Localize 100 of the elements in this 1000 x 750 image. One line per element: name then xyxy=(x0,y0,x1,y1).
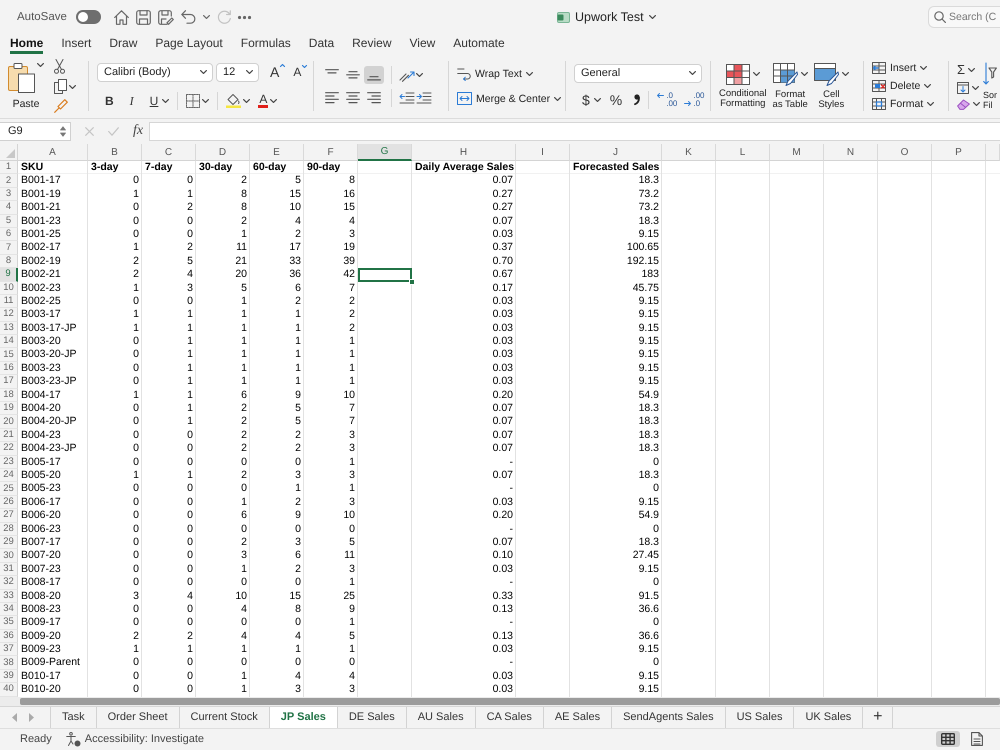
undo-icon[interactable] xyxy=(180,10,196,24)
font-select[interactable]: Calibri (Body) xyxy=(97,62,213,82)
insert-function-button[interactable]: fx xyxy=(133,123,144,139)
row-header[interactable]: 29 xyxy=(0,536,18,550)
conditional-styles-button[interactable]: Conditional Formatting xyxy=(719,64,767,108)
sheet-tab[interactable]: JP Sales xyxy=(270,706,338,728)
column-header[interactable]: I xyxy=(516,144,570,161)
more-icon[interactable] xyxy=(238,16,251,18)
ribbon-tab[interactable]: View xyxy=(410,34,436,54)
column-header[interactable]: C xyxy=(142,144,196,161)
save-as-icon[interactable] xyxy=(158,10,174,24)
ribbon-tab[interactable]: Page Layout xyxy=(155,34,223,54)
underline-button[interactable]: U xyxy=(148,94,160,108)
row-header[interactable]: 14 xyxy=(0,335,18,348)
currency-button[interactable]: $ xyxy=(580,92,592,106)
column-header[interactable]: P xyxy=(932,144,986,161)
insert-cells-button[interactable]: Insert xyxy=(872,62,934,74)
table-styles-button[interactable]: Format as Table xyxy=(772,62,808,110)
row-header[interactable]: 2 xyxy=(0,174,18,188)
column-header[interactable]: E xyxy=(250,144,304,161)
row-header[interactable]: 6 xyxy=(0,228,18,242)
row-header[interactable]: 15 xyxy=(0,348,18,362)
ribbon-tab[interactable]: Data xyxy=(308,34,334,54)
italic-button[interactable]: I xyxy=(128,94,136,108)
sheet-tab[interactable]: CA Sales xyxy=(476,706,544,728)
ribbon-tab[interactable]: Home xyxy=(10,34,44,54)
row-header[interactable]: 12 xyxy=(0,308,18,322)
row-header[interactable]: 34 xyxy=(0,602,18,616)
row-header[interactable]: 30 xyxy=(0,549,18,563)
name-box[interactable]: G9 xyxy=(0,122,71,140)
row-header[interactable]: 36 xyxy=(0,630,18,644)
caret-icon[interactable] xyxy=(594,98,601,102)
row-header[interactable]: 26 xyxy=(0,496,18,510)
row-header[interactable]: 23 xyxy=(0,456,18,469)
row-header[interactable]: 38 xyxy=(0,656,18,670)
bold-button[interactable]: B xyxy=(103,94,116,108)
row-header[interactable]: 16 xyxy=(0,362,18,376)
row-header[interactable]: 17 xyxy=(0,375,18,389)
row-header[interactable]: 33 xyxy=(0,590,18,603)
autosave-toggle[interactable] xyxy=(76,10,101,24)
paste-button[interactable]: Paste xyxy=(8,62,44,110)
row-header[interactable]: 11 xyxy=(0,294,18,308)
row-header[interactable]: 7 xyxy=(0,241,18,255)
row-header[interactable]: 9 xyxy=(0,268,18,282)
save-icon[interactable] xyxy=(136,10,151,24)
decrease-decimal-button[interactable]: .00 .0 xyxy=(684,92,704,108)
brush-icon[interactable] xyxy=(54,99,68,113)
row-header[interactable]: 18 xyxy=(0,388,18,402)
row-header[interactable]: 4 xyxy=(0,201,18,215)
decrease-indent-icon[interactable] xyxy=(399,92,415,104)
document-title[interactable]: Upwork Test xyxy=(575,10,644,24)
column-header[interactable]: F xyxy=(304,144,358,161)
row-header[interactable]: 13 xyxy=(0,322,18,336)
wrap-text-button[interactable]: Wrap Text xyxy=(457,67,562,81)
caret-icon[interactable] xyxy=(972,86,979,90)
number-format-select[interactable]: General xyxy=(574,64,702,82)
row-header[interactable]: 10 xyxy=(0,282,18,295)
caret-icon[interactable] xyxy=(202,15,210,19)
row-header[interactable]: 8 xyxy=(0,254,18,268)
ribbon-tab[interactable]: Review xyxy=(352,34,392,54)
row-header[interactable]: 3 xyxy=(0,188,18,202)
sheet-tab[interactable]: Task xyxy=(50,706,97,728)
column-header[interactable]: G xyxy=(358,144,412,161)
row-header[interactable]: 21 xyxy=(0,428,18,442)
row-header[interactable]: 28 xyxy=(0,522,18,536)
row-header[interactable]: 5 xyxy=(0,214,18,228)
formula-input[interactable] xyxy=(149,122,1000,140)
increase-decimal-button[interactable]: .0 .00 xyxy=(657,92,678,108)
cell-styles-button[interactable]: Cell Styles xyxy=(814,62,849,110)
comma-icon[interactable] xyxy=(634,94,640,105)
scissors-icon[interactable] xyxy=(54,59,65,74)
row-header[interactable]: 20 xyxy=(0,415,18,429)
ribbon-tab[interactable]: Formulas xyxy=(240,34,291,54)
row-header[interactable]: 37 xyxy=(0,643,18,656)
selected-cell[interactable] xyxy=(358,268,412,282)
row-header[interactable]: 31 xyxy=(0,562,18,576)
copy-icon[interactable] xyxy=(54,79,67,94)
sheet-tab[interactable]: Order Sheet xyxy=(96,706,180,728)
column-header[interactable]: K xyxy=(662,144,716,161)
align-bottom-button[interactable] xyxy=(364,66,384,84)
column-header[interactable]: J xyxy=(570,144,662,161)
caret-icon[interactable] xyxy=(416,72,423,76)
eraser-icon[interactable] xyxy=(957,98,970,110)
row-header[interactable]: 35 xyxy=(0,616,18,630)
row-header[interactable]: 40 xyxy=(0,683,18,697)
borders-icon[interactable] xyxy=(186,94,200,108)
accessibility-status[interactable]: Accessibility: Investigate xyxy=(84,733,204,746)
down-arrow-box-icon[interactable] xyxy=(957,82,969,94)
grow-font-button[interactable]: A xyxy=(270,64,286,80)
ribbon-tab[interactable]: Automate xyxy=(453,34,505,54)
shrink-font-button[interactable]: A xyxy=(293,65,308,79)
font-color-button[interactable]: A xyxy=(258,93,268,108)
normal-view-button[interactable] xyxy=(936,731,960,748)
ribbon-tab[interactable]: Insert xyxy=(61,34,92,54)
format-cells-button[interactable]: Format xyxy=(872,98,934,110)
column-header[interactable]: B xyxy=(88,144,142,161)
fill-handle[interactable] xyxy=(409,278,415,285)
row-header[interactable]: 25 xyxy=(0,482,18,496)
sheet-tab[interactable]: AU Sales xyxy=(406,706,476,728)
caret-icon[interactable] xyxy=(968,68,976,72)
